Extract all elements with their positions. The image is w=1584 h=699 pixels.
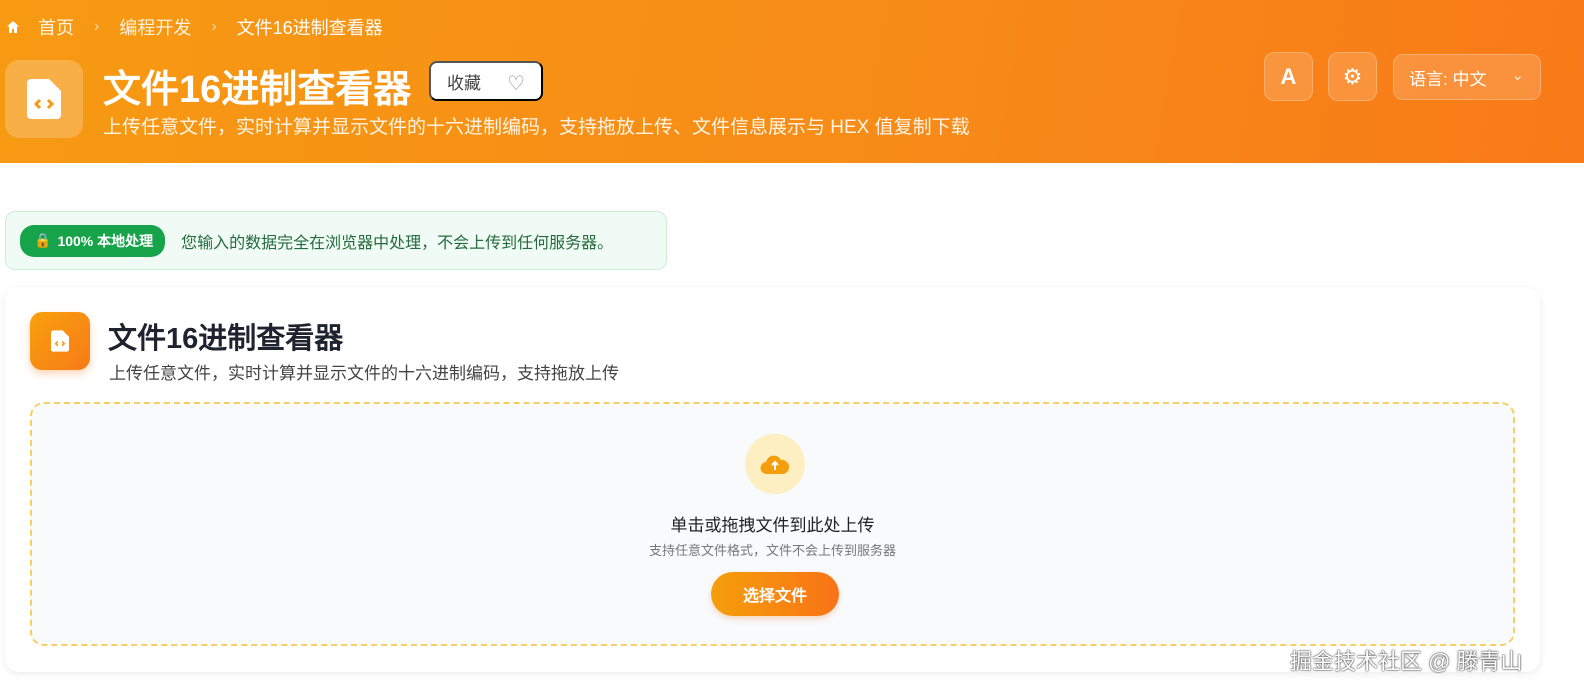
file-code-icon <box>30 312 90 370</box>
heart-icon: ♡ <box>507 71 525 96</box>
watermark: 掘金技术社区 @ 滕青山 <box>1290 644 1523 676</box>
drop-title: 单击或拖拽文件到此处上传 <box>32 511 1513 536</box>
breadcrumb-category[interactable]: 编程开发 <box>119 14 191 40</box>
drop-hint: 支持任意文件格式，文件不会上传到服务器 <box>32 540 1513 559</box>
file-code-icon <box>5 60 83 138</box>
font-size-button[interactable]: A <box>1264 52 1313 101</box>
file-drop-zone[interactable]: 单击或拖拽文件到此处上传 支持任意文件格式，文件不会上传到服务器 选择文件 <box>30 402 1515 646</box>
favorite-button[interactable]: 收藏 ♡ <box>429 61 543 101</box>
privacy-notice: 🔒 100% 本地处理 您输入的数据完全在浏览器中处理，不会上传到任何服务器。 <box>5 211 667 270</box>
local-processing-badge: 🔒 100% 本地处理 <box>20 225 165 257</box>
font-icon: A <box>1281 64 1297 90</box>
page-title: 文件16进制查看器 <box>103 58 411 113</box>
favorite-label: 收藏 <box>447 69 481 94</box>
choose-file-button[interactable]: 选择文件 <box>711 572 839 616</box>
chevron-right-icon: › <box>211 18 216 36</box>
chevron-right-icon: › <box>94 18 99 36</box>
privacy-message: 您输入的数据完全在浏览器中处理，不会上传到任何服务器。 <box>181 229 613 253</box>
chevron-down-icon: ⌄ <box>1511 66 1524 84</box>
breadcrumb-home[interactable]: 首页 <box>38 14 74 40</box>
page-subtitle: 上传任意文件，实时计算并显示文件的十六进制编码，支持拖放上传、文件信息展示与 H… <box>103 112 970 139</box>
home-icon[interactable] <box>6 20 20 34</box>
gear-icon: ⚙ <box>1343 64 1363 90</box>
tool-subtitle: 上传任意文件，实时计算并显示文件的十六进制编码，支持拖放上传 <box>109 359 619 384</box>
language-select[interactable]: 语言: 中文 ⌄ <box>1393 54 1541 100</box>
settings-button[interactable]: ⚙ <box>1328 52 1377 101</box>
language-label: 语言: 中文 <box>1409 65 1486 90</box>
cloud-upload-icon <box>745 434 805 494</box>
breadcrumb: 首页 › 编程开发 › 文件16进制查看器 <box>6 14 383 40</box>
tool-card: 文件16进制查看器 上传任意文件，实时计算并显示文件的十六进制编码，支持拖放上传… <box>5 287 1540 672</box>
page-header: 首页 › 编程开发 › 文件16进制查看器 文件16进制查看器 收藏 ♡ 上传任… <box>0 0 1584 163</box>
lock-icon: 🔒 <box>34 232 51 249</box>
tool-title: 文件16进制查看器 <box>108 315 343 357</box>
breadcrumb-current: 文件16进制查看器 <box>237 14 383 40</box>
badge-label: 100% 本地处理 <box>57 231 153 251</box>
